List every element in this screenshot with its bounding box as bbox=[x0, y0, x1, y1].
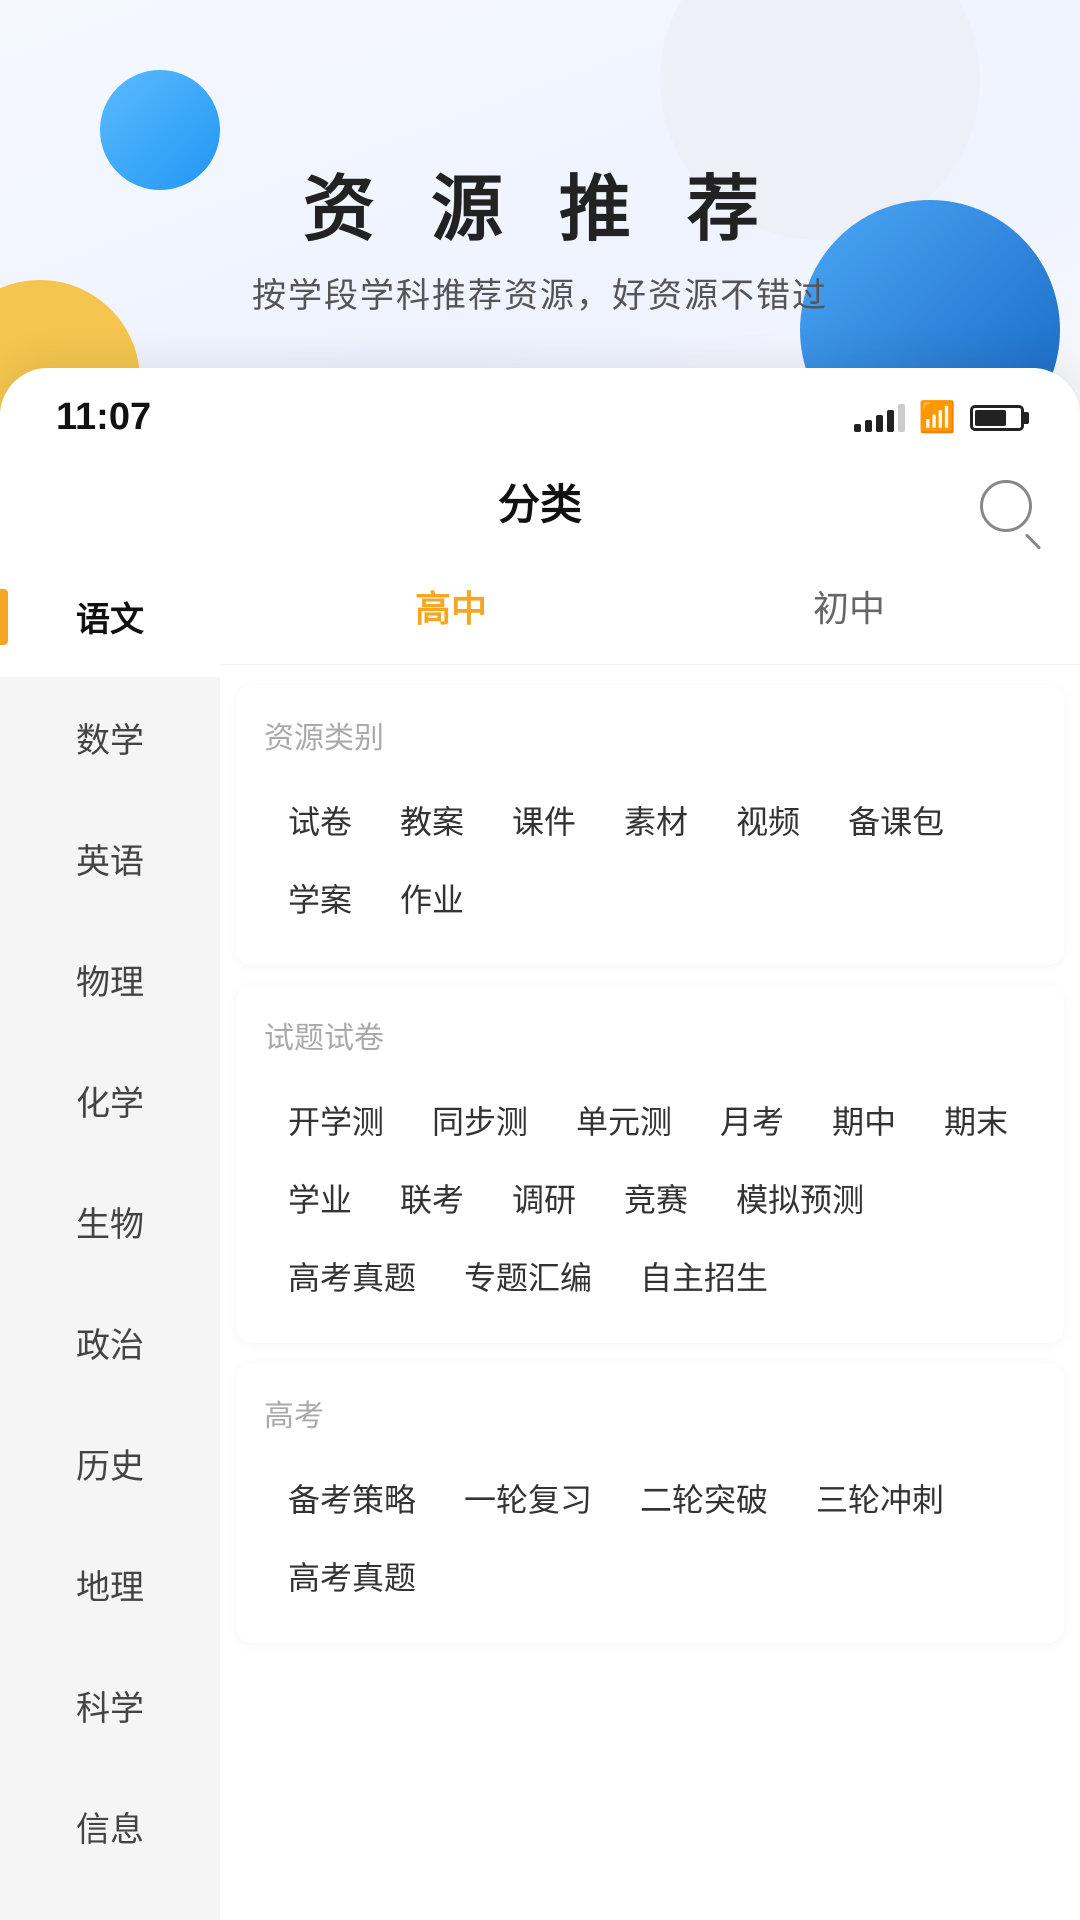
tag-联考[interactable]: 联考 bbox=[376, 1159, 488, 1237]
sidebar-item-数学[interactable]: 数学 bbox=[0, 677, 220, 798]
tag-一轮复习[interactable]: 一轮复习 bbox=[440, 1459, 616, 1537]
section-title-1: 试题试卷 bbox=[264, 1013, 1036, 1057]
tag-试卷[interactable]: 试卷 bbox=[264, 781, 376, 859]
grade-tabs: 高中初中 bbox=[220, 556, 1080, 665]
sidebar-item-物理[interactable]: 物理 bbox=[0, 919, 220, 1040]
search-icon bbox=[980, 480, 1032, 532]
tag-月考[interactable]: 月考 bbox=[696, 1081, 808, 1159]
tag-课件[interactable]: 课件 bbox=[488, 781, 600, 859]
sidebar-item-综合[interactable]: 综合 bbox=[0, 1887, 220, 1920]
battery-icon bbox=[970, 405, 1024, 431]
sidebar-item-信息[interactable]: 信息 bbox=[0, 1766, 220, 1887]
left-sidebar: 语文数学英语物理化学生物政治历史地理科学信息综合其他 bbox=[0, 556, 220, 1920]
status-icons: 📶 bbox=[854, 400, 1024, 435]
tag-期中[interactable]: 期中 bbox=[808, 1081, 920, 1159]
sidebar-item-地理[interactable]: 地理 bbox=[0, 1524, 220, 1645]
hero-subtitle: 按学段学科推荐资源，好资源不错过 bbox=[0, 268, 1080, 317]
sidebar-item-历史[interactable]: 历史 bbox=[0, 1403, 220, 1524]
tags-row-1: 开学测同步测单元测月考期中期末学业联考调研竞赛模拟预测高考真题专题汇编自主招生 bbox=[264, 1081, 1036, 1315]
top-nav: 分类 bbox=[0, 455, 1080, 556]
tag-单元测[interactable]: 单元测 bbox=[552, 1081, 696, 1159]
tag-调研[interactable]: 调研 bbox=[488, 1159, 600, 1237]
sidebar-item-生物[interactable]: 生物 bbox=[0, 1161, 220, 1282]
wifi-icon: 📶 bbox=[919, 400, 956, 435]
status-time: 11:07 bbox=[56, 396, 151, 439]
section-title-0: 资源类别 bbox=[264, 713, 1036, 757]
phone-card: 11:07 📶 分类 语文数学英语物理化学生物政治历史地理科学信息综合其他 bbox=[0, 368, 1080, 1920]
tag-学案[interactable]: 学案 bbox=[264, 859, 376, 937]
tags-row-2: 备考策略一轮复习二轮突破三轮冲刺高考真题 bbox=[264, 1459, 1036, 1615]
tag-期末[interactable]: 期末 bbox=[920, 1081, 1032, 1159]
search-button[interactable] bbox=[980, 480, 1032, 532]
tag-模拟预测[interactable]: 模拟预测 bbox=[712, 1159, 888, 1237]
sidebar-item-语文[interactable]: 语文 bbox=[0, 556, 220, 677]
tag-教案[interactable]: 教案 bbox=[376, 781, 488, 859]
tag-三轮冲刺[interactable]: 三轮冲刺 bbox=[792, 1459, 968, 1537]
sidebar-item-政治[interactable]: 政治 bbox=[0, 1282, 220, 1403]
tag-视频[interactable]: 视频 bbox=[712, 781, 824, 859]
tag-素材[interactable]: 素材 bbox=[600, 781, 712, 859]
tag-作业[interactable]: 作业 bbox=[376, 859, 488, 937]
tag-备考策略[interactable]: 备考策略 bbox=[264, 1459, 440, 1537]
right-content: 高中初中 资源类别试卷教案课件素材视频备课包学案作业试题试卷开学测同步测单元测月… bbox=[220, 556, 1080, 1920]
status-bar: 11:07 📶 bbox=[0, 368, 1080, 455]
tag-自主招生[interactable]: 自主招生 bbox=[616, 1237, 792, 1315]
hero-title: 资 源 推 荐 bbox=[0, 150, 1080, 255]
section-0: 资源类别试卷教案课件素材视频备课包学案作业 bbox=[236, 685, 1064, 965]
grade-tab-高中[interactable]: 高中 bbox=[252, 564, 650, 648]
tag-同步测[interactable]: 同步测 bbox=[408, 1081, 552, 1159]
tag-高考真题[interactable]: 高考真题 bbox=[264, 1237, 440, 1315]
tags-row-0: 试卷教案课件素材视频备课包学案作业 bbox=[264, 781, 1036, 937]
tag-竞赛[interactable]: 竞赛 bbox=[600, 1159, 712, 1237]
sidebar-item-化学[interactable]: 化学 bbox=[0, 1040, 220, 1161]
section-2: 高考备考策略一轮复习二轮突破三轮冲刺高考真题 bbox=[236, 1363, 1064, 1643]
main-layout: 语文数学英语物理化学生物政治历史地理科学信息综合其他 高中初中 资源类别试卷教案… bbox=[0, 556, 1080, 1920]
tag-备课包[interactable]: 备课包 bbox=[824, 781, 968, 859]
tag-高考真题[interactable]: 高考真题 bbox=[264, 1537, 440, 1615]
sidebar-item-英语[interactable]: 英语 bbox=[0, 798, 220, 919]
tag-专题汇编[interactable]: 专题汇编 bbox=[440, 1237, 616, 1315]
tag-二轮突破[interactable]: 二轮突破 bbox=[616, 1459, 792, 1537]
tag-学业[interactable]: 学业 bbox=[264, 1159, 376, 1237]
section-1: 试题试卷开学测同步测单元测月考期中期末学业联考调研竞赛模拟预测高考真题专题汇编自… bbox=[236, 985, 1064, 1343]
sidebar-item-科学[interactable]: 科学 bbox=[0, 1645, 220, 1766]
tag-开学测[interactable]: 开学测 bbox=[264, 1081, 408, 1159]
grade-tab-初中[interactable]: 初中 bbox=[650, 564, 1048, 648]
nav-title: 分类 bbox=[498, 471, 582, 532]
signal-icon bbox=[854, 404, 905, 432]
section-title-2: 高考 bbox=[264, 1391, 1036, 1435]
